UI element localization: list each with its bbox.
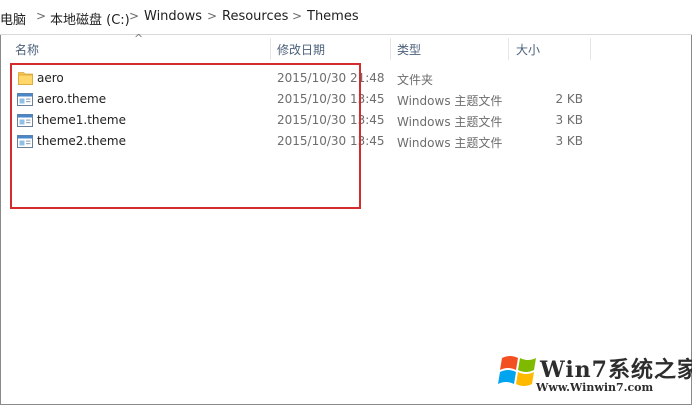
file-type: Windows 主题文件 — [397, 115, 503, 129]
watermark: Win7系统之家 Www.Winwin7.com — [496, 346, 692, 402]
watermark-brand: Win7系统之家 — [540, 357, 692, 383]
sort-ascending-icon: ^ — [134, 32, 144, 45]
breadcrumb-item-windows[interactable]: Windows — [144, 9, 202, 24]
file-size: 3 KB — [555, 134, 583, 148]
breadcrumb-separator[interactable]: > — [207, 9, 217, 23]
address-bar[interactable]: 电脑 > 本地磁盘 (C:) > Windows > Resources > T… — [0, 0, 692, 35]
file-size: 2 KB — [555, 92, 583, 106]
column-divider[interactable] — [270, 38, 271, 60]
breadcrumb-separator[interactable]: > — [292, 9, 302, 23]
file-type: Windows 主题文件 — [397, 94, 503, 108]
breadcrumb-item-computer[interactable]: 电脑 — [0, 9, 26, 28]
column-header-row: ^ 名称 修改日期 类型 大小 — [0, 32, 692, 62]
column-header-type[interactable]: 类型 — [397, 41, 421, 58]
column-divider[interactable] — [590, 38, 591, 60]
highlight-box — [10, 63, 361, 209]
breadcrumb-item-local-disk[interactable]: 本地磁盘 (C:) — [50, 9, 130, 28]
column-header-size[interactable]: 大小 — [516, 41, 540, 58]
breadcrumb-separator[interactable]: > — [36, 9, 46, 23]
column-divider[interactable] — [508, 38, 509, 60]
file-size: 3 KB — [555, 113, 583, 127]
file-type: 文件夹 — [397, 73, 434, 87]
breadcrumb-item-themes[interactable]: Themes — [307, 9, 359, 24]
column-header-name[interactable]: 名称 — [15, 41, 39, 58]
breadcrumb-separator[interactable]: > — [129, 9, 139, 23]
column-divider[interactable] — [390, 38, 391, 60]
column-header-date[interactable]: 修改日期 — [277, 41, 325, 58]
watermark-url: Www.Winwin7.com — [536, 381, 654, 394]
breadcrumb-item-resources[interactable]: Resources — [222, 9, 288, 24]
file-type: Windows 主题文件 — [397, 136, 503, 150]
